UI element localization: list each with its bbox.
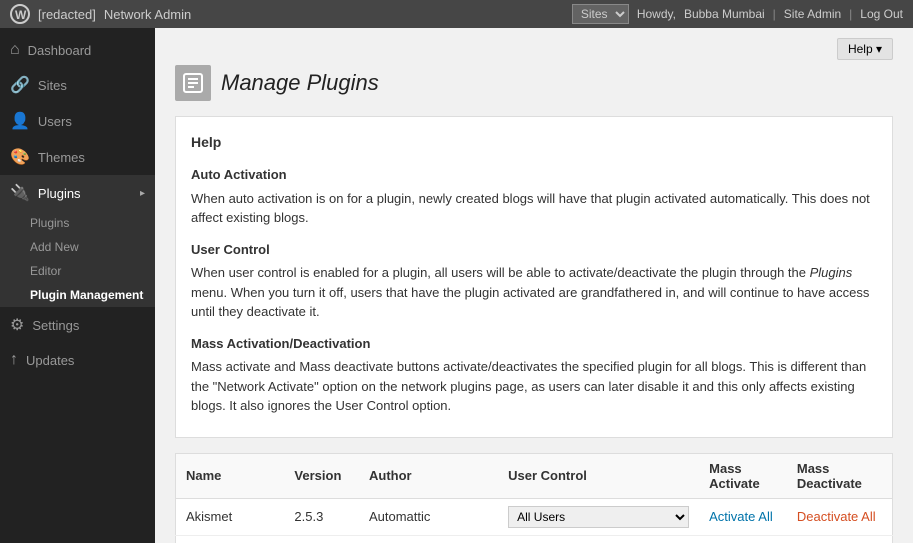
themes-icon: 🎨 (10, 147, 30, 167)
sidebar-item-dashboard[interactable]: ⌂ Dashboard (0, 33, 155, 67)
auto-activation-text: When auto activation is on for a plugin,… (191, 189, 877, 228)
updates-icon: ↑ (10, 351, 18, 369)
username-link[interactable]: Bubba Mumbai (684, 7, 765, 21)
sidebar-item-settings[interactable]: ⚙ Settings (0, 307, 155, 343)
sites-dropdown[interactable]: Sites (572, 4, 629, 24)
network-admin-label: Network Admin (104, 7, 191, 22)
auto-activation-heading: Auto Activation (191, 165, 877, 185)
table-row: Akismet 2.5.3 Automattic All Users None … (176, 498, 893, 535)
sidebar-item-label: Settings (32, 318, 79, 333)
sites-select-container[interactable]: Sites (572, 4, 629, 24)
plugins-icon: 🔌 (10, 183, 30, 203)
plugin-mass-deactivate-akismet[interactable]: Deactivate All (787, 498, 893, 535)
page-title-icon (175, 65, 211, 101)
plugin-author-hello-dolly: Matt Mullenweg (359, 535, 498, 543)
dashboard-icon: ⌂ (10, 41, 20, 59)
mass-deactivate-link-akismet[interactable]: Deactivate All (797, 509, 876, 524)
page-title-area: Manage Plugins (175, 65, 893, 101)
plugin-name-hello-dolly: Hello Dolly (176, 535, 285, 543)
col-name-header: Name (176, 453, 285, 498)
site-name[interactable]: [redacted] (38, 7, 96, 22)
logout-link[interactable]: Log Out (860, 7, 903, 21)
plugins-arrow-icon: ▸ (140, 188, 145, 199)
plugins-submenu: Plugins Add New Editor Plugin Management (0, 211, 155, 307)
sidebar-item-themes[interactable]: 🎨 Themes (0, 139, 155, 175)
help-heading: Help (191, 132, 877, 153)
plugin-user-control-hello-dolly[interactable]: None All Users Admins Only Auto-Activate… (498, 535, 699, 543)
submenu-item-editor[interactable]: Editor (0, 259, 155, 283)
plugin-version-hello-dolly: 1.6 (284, 535, 359, 543)
site-admin-link[interactable]: Site Admin (784, 7, 841, 21)
submenu-item-plugins[interactable]: Plugins (0, 211, 155, 235)
plugin-mass-activate-hello-dolly[interactable]: Activate All (699, 535, 787, 543)
plugin-author-akismet: Automattic (359, 498, 498, 535)
adminbar-left: W [redacted] Network Admin (10, 4, 191, 24)
sidebar-item-label: Sites (38, 78, 67, 93)
mass-activation-text: Mass activate and Mass deactivate button… (191, 357, 877, 416)
plugin-name-akismet: Akismet (176, 498, 285, 535)
wpbody-content: Help ▾ Manage Plugins Help Auto Activat (155, 28, 913, 543)
plugin-table: Name Version Author User Control Mass Ac… (175, 453, 893, 543)
sidebar-item-updates[interactable]: ↑ Updates (0, 343, 155, 377)
plugin-version-akismet: 2.5.3 (284, 498, 359, 535)
sidebar-item-label: Plugins (38, 186, 81, 201)
col-user-control-header: User Control (498, 453, 699, 498)
help-section: Help Auto Activation When auto activatio… (175, 116, 893, 438)
col-author-header: Author (359, 453, 498, 498)
help-button[interactable]: Help ▾ (837, 38, 893, 60)
sites-icon: 🔗 (10, 75, 30, 95)
plugin-mass-activate-akismet[interactable]: Activate All (699, 498, 787, 535)
wp-wrap: ⌂ Dashboard 🔗 Sites 👤 Users 🎨 Themes 🔌 P… (0, 28, 913, 543)
col-mass-deactivate-header: Mass Deactivate (787, 453, 893, 498)
plugin-mass-deactivate-hello-dolly[interactable]: Deactivate All (787, 535, 893, 543)
user-control-text-after: menu. When you turn it off, users that h… (191, 285, 869, 320)
mass-activate-link-akismet[interactable]: Activate All (709, 509, 773, 524)
col-version-header: Version (284, 453, 359, 498)
manage-plugins-icon (181, 71, 205, 95)
plugin-user-control-akismet[interactable]: All Users None Admins Only Auto-Activate… (498, 498, 699, 535)
sidebar-item-label: Updates (26, 353, 74, 368)
sidebar-item-label: Themes (38, 150, 85, 165)
main-content: Help ▾ Manage Plugins Help Auto Activat (155, 28, 913, 543)
sidebar-item-sites[interactable]: 🔗 Sites (0, 67, 155, 103)
help-bar: Help ▾ (175, 38, 893, 60)
admin-bar: W [redacted] Network Admin Sites Howdy, … (0, 0, 913, 28)
sidebar-item-label: Dashboard (28, 43, 92, 58)
mass-activation-heading: Mass Activation/Deactivation (191, 334, 877, 354)
plugins-italic: Plugins (810, 265, 853, 280)
sidebar-item-plugins[interactable]: 🔌 Plugins ▸ (0, 175, 155, 211)
user-control-heading: User Control (191, 240, 877, 260)
user-control-select-akismet[interactable]: All Users None Admins Only Auto-Activate… (508, 506, 689, 528)
users-icon: 👤 (10, 111, 30, 131)
submenu-item-plugin-management[interactable]: Plugin Management (0, 283, 155, 307)
settings-icon: ⚙ (10, 315, 24, 335)
sep1: | (773, 7, 776, 21)
adminbar-right: Sites Howdy, Bubba Mumbai | Site Admin |… (572, 4, 903, 24)
user-control-text-before: When user control is enabled for a plugi… (191, 265, 810, 280)
sidebar-item-label: Users (38, 114, 72, 129)
table-header-row: Name Version Author User Control Mass Ac… (176, 453, 893, 498)
col-mass-activate-header: Mass Activate (699, 453, 787, 498)
submenu-item-add-new[interactable]: Add New (0, 235, 155, 259)
wp-logo-icon: W (10, 4, 30, 24)
page-title: Manage Plugins (221, 70, 379, 96)
sep2: | (849, 7, 852, 21)
svg-text:W: W (15, 8, 27, 22)
admin-sidebar: ⌂ Dashboard 🔗 Sites 👤 Users 🎨 Themes 🔌 P… (0, 28, 155, 543)
table-row: Hello Dolly 1.6 Matt Mullenweg None All … (176, 535, 893, 543)
howdy-text: Howdy, (637, 7, 676, 21)
sidebar-item-users[interactable]: 👤 Users (0, 103, 155, 139)
user-control-text: When user control is enabled for a plugi… (191, 263, 877, 322)
